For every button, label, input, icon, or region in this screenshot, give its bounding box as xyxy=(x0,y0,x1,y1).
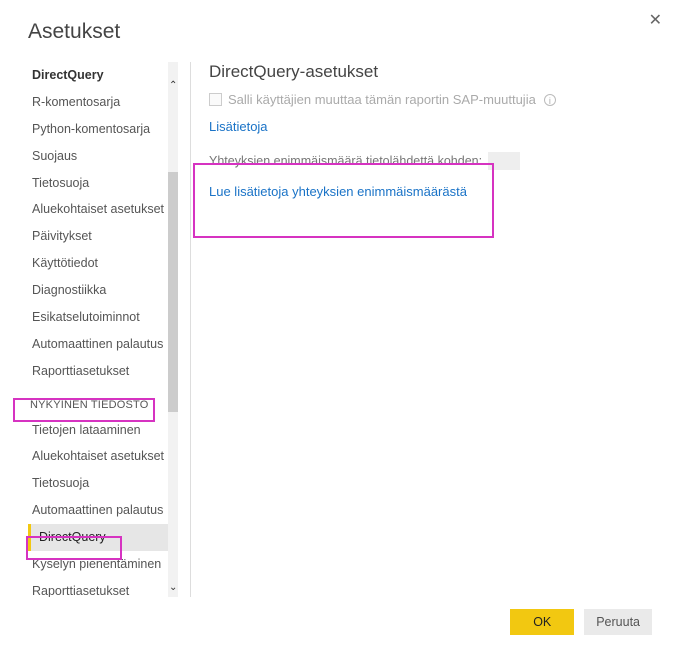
sidebar-item-r-script[interactable]: R-komentosarja xyxy=(28,89,171,116)
sidebar-item-python-script[interactable]: Python-komentosarja xyxy=(28,116,171,143)
sidebar-item-autorecovery-file[interactable]: Automaattinen palautus xyxy=(28,497,171,524)
sidebar-item-regional[interactable]: Aluekohtaiset asetukset xyxy=(28,196,171,223)
sidebar-item-autorecovery[interactable]: Automaattinen palautus xyxy=(28,331,171,358)
settings-content: DirectQuery-asetukset Salli käyttäjien m… xyxy=(191,62,652,597)
sidebar-item-usage[interactable]: Käyttötiedot xyxy=(28,250,171,277)
sidebar-item-security[interactable]: Suojaus xyxy=(28,143,171,170)
sidebar-item-report-settings-file[interactable]: Raporttiasetukset xyxy=(28,578,171,597)
sidebar-item-query-reduction[interactable]: Kyselyn pienentäminen xyxy=(28,551,171,578)
sidebar-item-updates[interactable]: Päivitykset xyxy=(28,223,171,250)
sap-variables-checkbox[interactable] xyxy=(209,93,222,106)
ok-button[interactable]: OK xyxy=(510,609,574,635)
sidebar-item-directquery-global[interactable]: DirectQuery xyxy=(28,62,171,89)
link-more-info[interactable]: Lisätietoja xyxy=(209,119,268,134)
max-connections-row: Yhteyksien enimmäismäärä tietolähdettä k… xyxy=(209,152,644,170)
chevron-up-icon[interactable]: ⌃ xyxy=(169,80,177,91)
sidebar-item-privacy-file[interactable]: Tietosuoja xyxy=(28,470,171,497)
link-max-connections-info[interactable]: Lue lisätietoja yhteyksien enimmäismäärä… xyxy=(209,184,644,199)
max-connections-input[interactable] xyxy=(488,152,520,170)
dialog-title: Asetukset xyxy=(28,20,652,44)
content-heading: DirectQuery-asetukset xyxy=(209,62,644,82)
chevron-down-icon[interactable]: ⌄ xyxy=(169,582,177,593)
dialog-footer: OK Peruuta xyxy=(28,597,652,635)
close-icon[interactable]: ✕ xyxy=(649,10,662,30)
max-connections-label: Yhteyksien enimmäismäärä tietolähdettä k… xyxy=(209,154,482,168)
dialog-body: DirectQuery R-komentosarja Python-koment… xyxy=(28,62,652,597)
sidebar-item-directquery-file[interactable]: DirectQuery xyxy=(28,524,171,551)
cancel-button[interactable]: Peruuta xyxy=(584,609,652,635)
settings-sidebar: DirectQuery R-komentosarja Python-koment… xyxy=(28,62,178,597)
sidebar-item-diagnostics[interactable]: Diagnostiikka xyxy=(28,277,171,304)
sidebar-item-preview[interactable]: Esikatselutoiminnot xyxy=(28,304,171,331)
sidebar-item-report-settings[interactable]: Raporttiasetukset xyxy=(28,358,171,385)
sidebar-item-data-load[interactable]: Tietojen lataaminen xyxy=(28,417,171,444)
settings-dialog: ✕ Asetukset DirectQuery R-komentosarja P… xyxy=(0,0,676,651)
sap-variables-option: Salli käyttäjien muuttaa tämän raportin … xyxy=(209,92,644,107)
sidebar-item-regional-file[interactable]: Aluekohtaiset asetukset xyxy=(28,443,171,470)
sidebar-item-privacy[interactable]: Tietosuoja xyxy=(28,170,171,197)
sidebar-scrollbar-thumb[interactable] xyxy=(168,172,178,412)
info-icon[interactable]: i xyxy=(544,94,556,106)
sidebar-section-current-file: NYKYINEN TIEDOSTO xyxy=(28,385,171,417)
sap-variables-label: Salli käyttäjien muuttaa tämän raportin … xyxy=(228,92,536,107)
